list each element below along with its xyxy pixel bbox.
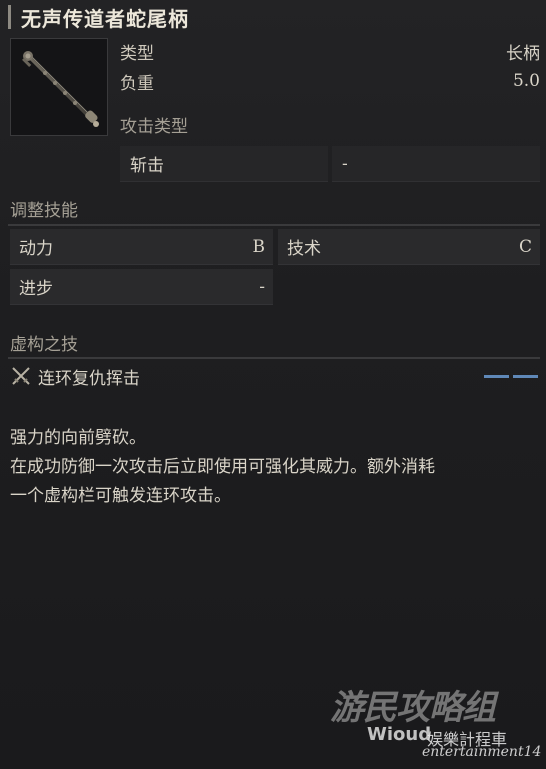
stat-value-weight: 5.0 [512,71,540,91]
skill-section-label: 虚构之技 [10,335,78,355]
attack-type-secondary-text: - [342,153,348,174]
title-accent [8,5,11,29]
description-line: 一个虚构栏可触发连环攻击。 [10,486,231,506]
scaling-power-grade: B [252,236,266,257]
watermark-sub-bottom: entertainment14 [422,744,542,760]
scaling-progress-grade: - [259,276,265,297]
skill-name: 连环复仇挥击 [38,368,140,389]
description-line: 在成功防御一次攻击后立即使用可强化其威力。额外消耗 [10,457,435,477]
scaling-label: 调整技能 [10,201,78,221]
scaling-technique: 技术 C [278,229,540,265]
scaling-power-label: 动力 [19,239,53,259]
stat-row-weight: 负重 5.0 [120,68,540,94]
item-name: 无声传道者蛇尾柄 [21,6,189,31]
scaling-progress: 进步 - [10,269,273,305]
stat-label-type: 类型 [120,43,154,64]
watermark: 游民攻略组 Wioud 娱樂計程車 entertainment14 [322,680,542,765]
skill-divider [8,357,540,359]
item-tooltip-panel: 无声传道者蛇尾柄 类型 长柄 负重 5.0 攻击类型 斩击 - 调整技能 动力 … [0,0,546,769]
scaling-progress-label: 进步 [19,279,53,299]
item-description: 强力的向前劈砍。 在成功防御一次攻击后立即使用可强化其威力。额外消耗 一个虚构栏… [10,424,535,511]
watermark-sub-left: Wioud [367,724,432,745]
stat-row-type: 类型 长柄 [120,38,540,64]
stat-value-type: 长柄 [506,43,540,64]
skill-row: 连环复仇挥击 [10,362,540,390]
scaling-divider [8,224,540,226]
scaling-power: 动力 B [10,229,273,265]
scaling-technique-grade: C [518,236,532,257]
fp-cost-bar [484,375,509,378]
stat-label-weight: 负重 [120,73,154,94]
description-line: 强力的向前劈砍。 [10,428,146,448]
attack-type-label: 攻击类型 [120,117,188,137]
item-image [10,38,108,136]
fp-cost-bar [513,375,538,378]
scaling-technique-label: 技术 [287,239,321,259]
attack-type-primary: 斩击 [120,146,328,182]
snake-staff-icon [22,51,99,127]
watermark-main: 游民攻略组 [330,688,496,728]
crossed-swords-icon [12,367,30,385]
attack-type-primary-text: 斩击 [130,156,164,176]
title-bar: 无声传道者蛇尾柄 [8,2,189,32]
attack-type-secondary: - [332,146,540,182]
fp-cost-indicator [484,375,538,378]
